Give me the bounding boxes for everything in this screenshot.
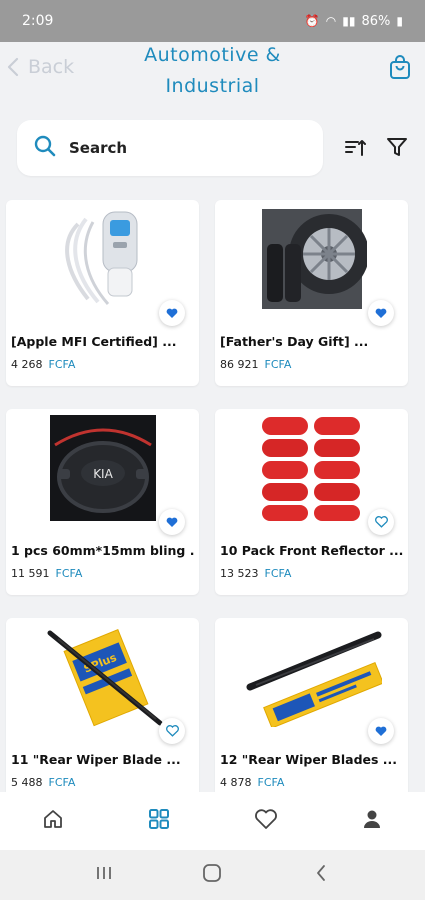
- product-price: 4 268 FCFA: [11, 358, 75, 371]
- price-currency: FCFA: [257, 776, 285, 789]
- nav-favorites[interactable]: [246, 801, 286, 841]
- favorite-button[interactable]: [159, 300, 185, 326]
- heart-icon: [375, 722, 387, 741]
- grid-icon: [148, 808, 170, 834]
- product-price: 13 523 FCFA: [220, 567, 291, 580]
- back-label: Back: [28, 56, 75, 78]
- favorite-button[interactable]: [368, 509, 394, 535]
- product-name: 10 Pack Front Reflector ...: [220, 543, 403, 558]
- favorite-button[interactable]: [368, 300, 394, 326]
- search-input[interactable]: [69, 139, 289, 157]
- wifi-icon: ◠: [325, 14, 337, 28]
- price-currency: FCFA: [264, 567, 292, 580]
- bottom-navigation: [0, 792, 425, 850]
- product-card[interactable]: 12 "Rear Wiper Blades ... 4 878 FCFA: [215, 618, 408, 792]
- product-name: [Father's Day Gift] ...: [220, 334, 369, 349]
- battery-percent: 86%: [361, 13, 391, 29]
- nav-profile[interactable]: [352, 801, 392, 841]
- favorite-button[interactable]: [159, 509, 185, 535]
- search-bar[interactable]: [17, 120, 323, 176]
- heart-icon: [375, 304, 387, 323]
- chevron-left-icon: [4, 56, 22, 78]
- status-time: 2:09: [22, 13, 54, 29]
- product-name: 1 pcs 60mm*15mm bling ...: [11, 543, 194, 558]
- price-amount: 86 921: [220, 358, 259, 371]
- product-name: [Apple MFI Certified] ...: [11, 334, 177, 349]
- recent-apps-icon: [95, 865, 113, 885]
- nav-categories[interactable]: [139, 801, 179, 841]
- shopping-bag-icon[interactable]: [387, 54, 413, 80]
- battery-icon: ▮: [396, 14, 403, 28]
- favorite-button[interactable]: [159, 718, 185, 744]
- system-back-button[interactable]: [306, 860, 336, 890]
- product-card[interactable]: [Apple MFI Certified] ... 4 268 FCFA: [6, 200, 199, 386]
- product-card[interactable]: KIA 1 pcs 60mm*15mm bling ... 11 591 FCF…: [6, 409, 199, 595]
- price-currency: FCFA: [55, 567, 83, 580]
- product-price: 11 591 FCFA: [11, 567, 82, 580]
- search-icon: [33, 134, 57, 162]
- heart-icon: [166, 304, 178, 323]
- nav-home[interactable]: [33, 801, 73, 841]
- filter-icon[interactable]: [386, 136, 408, 158]
- product-card[interactable]: SPlus 11 "Rear Wiper Blade ... 5 488 FCF…: [6, 618, 199, 792]
- price-amount: 13 523: [220, 567, 259, 580]
- heart-icon: [165, 722, 179, 741]
- signal-icon: ▮▮: [342, 14, 356, 28]
- price-amount: 4 268: [11, 358, 43, 371]
- back-button[interactable]: Back: [4, 56, 74, 78]
- svg-text:KIA: KIA: [93, 467, 113, 481]
- product-name: 11 "Rear Wiper Blade ...: [11, 752, 181, 767]
- recent-apps-button[interactable]: [89, 860, 119, 890]
- product-card[interactable]: [Father's Day Gift] ... 86 921 FCFA: [215, 200, 408, 386]
- product-price: 5 488 FCFA: [11, 776, 75, 789]
- alarm-icon: ⏰: [304, 14, 320, 28]
- price-amount: 4 878: [220, 776, 252, 789]
- price-currency: FCFA: [264, 358, 292, 371]
- price-amount: 11 591: [11, 567, 50, 580]
- heart-icon: [254, 808, 278, 834]
- product-price: 4 878 FCFA: [220, 776, 284, 789]
- product-card[interactable]: 10 Pack Front Reflector ... 13 523 FCFA: [215, 409, 408, 595]
- price-amount: 5 488: [11, 776, 43, 789]
- product-grid: [Apple MFI Certified] ... 4 268 FCFA [Fa…: [0, 192, 425, 792]
- back-chevron-icon: [315, 864, 327, 886]
- favorite-button[interactable]: [368, 718, 394, 744]
- status-bar: 2:09 ⏰ ◠ ▮▮ 86% ▮: [0, 0, 425, 42]
- page-title: Automotive & Industrial: [144, 44, 281, 97]
- home-circle-icon: [202, 863, 222, 887]
- product-price: 86 921 FCFA: [220, 358, 291, 371]
- home-icon: [42, 808, 64, 834]
- system-home-button[interactable]: [197, 860, 227, 890]
- heart-icon: [374, 513, 388, 532]
- system-navigation-bar: [0, 850, 425, 900]
- heart-icon: [166, 513, 178, 532]
- sort-icon[interactable]: [344, 137, 366, 159]
- user-icon: [361, 808, 383, 834]
- status-indicators: ⏰ ◠ ▮▮ 86% ▮: [305, 14, 403, 29]
- product-name: 12 "Rear Wiper Blades ...: [220, 752, 398, 767]
- header: Back Automotive & Industrial: [0, 42, 425, 102]
- price-currency: FCFA: [48, 776, 76, 789]
- price-currency: FCFA: [48, 358, 76, 371]
